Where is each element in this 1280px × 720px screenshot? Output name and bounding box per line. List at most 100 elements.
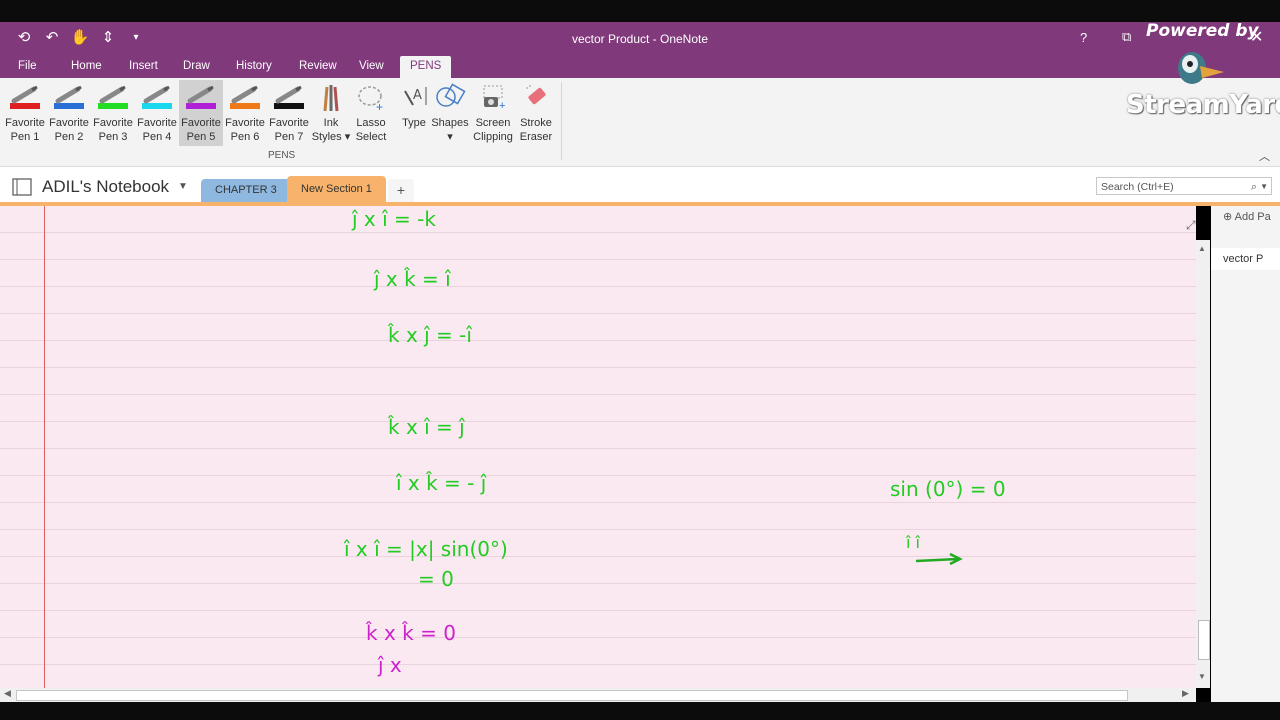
close-button[interactable]: ✕ (1250, 27, 1263, 47)
vertical-scrollbar[interactable]: ▲ ▼ (1196, 240, 1210, 688)
tab-file[interactable]: File (8, 56, 47, 78)
add-section-button[interactable]: + (388, 179, 414, 202)
scroll-left-icon[interactable]: ◀ (4, 688, 11, 699)
bottom-black-bar (0, 702, 1280, 720)
pen-icon (3, 80, 47, 116)
ink-line: = 0 (418, 567, 454, 591)
tab-insert[interactable]: Insert (119, 56, 168, 78)
ink-line: sin (0°) = 0 (890, 477, 1006, 501)
ink-line: k̂ x ĵ = -î (388, 323, 473, 347)
tab-history[interactable]: History (226, 56, 282, 78)
ribbon: Favorite Pen 1 Favorite Pen 2 Favorite P… (0, 78, 1280, 167)
ink-styles-icon (309, 80, 353, 116)
notebook-title[interactable]: ADIL's Notebook (42, 177, 169, 197)
pen-icon (91, 80, 135, 116)
restore-button[interactable]: ⧉ (1122, 29, 1131, 45)
scroll-down-icon[interactable]: ▼ (1198, 672, 1206, 681)
favorite-pen-2-button[interactable]: Favorite Pen 2 (47, 80, 91, 146)
pen-icon (223, 80, 267, 116)
ink-line: k̂ x k̂ = 0 (366, 621, 456, 645)
pen-label: Favorite Pen 1 (5, 117, 45, 143)
pen-icon (135, 80, 179, 116)
eraser-icon (514, 80, 558, 116)
pen-icon (267, 80, 311, 116)
pen-label: Favorite Pen 3 (93, 117, 133, 143)
tab-home[interactable]: Home (61, 56, 112, 78)
add-page-button[interactable]: ⊕ Add Pa (1223, 210, 1271, 223)
streamyard-watermark: StreamYard (1126, 90, 1280, 120)
favorite-pen-1-button[interactable]: Favorite Pen 1 (3, 80, 47, 146)
horizontal-scrollbar[interactable]: ◀ ▶ (0, 688, 1196, 702)
ink-line: k̂ x î = ĵ (388, 415, 465, 439)
tab-review[interactable]: Review (289, 56, 347, 78)
title-bar: ⟲ ↶ ✋ ⇕ ▾ vector Product - OneNote ? ⧉ P… (0, 21, 1280, 56)
tool-label: Stroke Eraser (519, 117, 553, 143)
search-input[interactable]: Search (Ctrl+E) ⌕ ▼ (1096, 177, 1272, 195)
notebook-nav-bar: ADIL's Notebook ▼ CHAPTER 3 New Section … (0, 167, 1280, 203)
arrow-ink (915, 552, 963, 566)
add-page-label: Add Pa (1234, 211, 1271, 223)
add-page-icon: ⊕ (1223, 211, 1233, 223)
section-tab-chapter-3[interactable]: CHAPTER 3 (201, 179, 291, 202)
green-ink-group: ĵ x î = -k ĵ x k̂ = î k̂ x ĵ = -î k̂ x î… (343, 207, 1006, 591)
favorite-pen-7-button[interactable]: Favorite Pen 7 (267, 80, 311, 146)
svg-text:+: + (376, 100, 383, 113)
ink-line: î î (905, 533, 921, 552)
window-title: vector Product - OneNote (571, 32, 709, 46)
notebook-icon (12, 178, 34, 201)
ribbon-tabs: File Home Insert Draw History Review Vie… (0, 56, 1280, 78)
vertical-scroll-thumb[interactable] (1198, 620, 1210, 660)
ink-line: ĵ x (377, 653, 402, 677)
scroll-right-icon[interactable]: ▶ (1182, 688, 1189, 699)
ink-line: ĵ x k̂ = î (373, 267, 451, 291)
powered-by-overlay: Powered by (1146, 21, 1259, 41)
pen-icon (179, 80, 223, 116)
magenta-ink-group: k̂ x k̂ = 0 ĵ x (366, 621, 456, 677)
ink-line: î x k̂ = - ĵ (395, 471, 487, 495)
collapse-ribbon-icon[interactable]: ︿ (1259, 148, 1270, 164)
tab-pens[interactable]: PENS (400, 56, 452, 78)
search-scope-dropdown-icon[interactable]: ▼ (1260, 178, 1268, 196)
svg-text:+: + (499, 100, 505, 112)
scroll-up-icon[interactable]: ▲ (1198, 244, 1206, 253)
tool-label: Shapes ▾ (431, 117, 469, 143)
camera-icon: + (471, 80, 515, 116)
search-placeholder: Search (Ctrl+E) (1101, 181, 1174, 193)
tab-draw[interactable]: Draw (173, 56, 220, 78)
help-button[interactable]: ? (1080, 30, 1087, 45)
svg-text:A: A (413, 88, 422, 103)
pen-label: Favorite Pen 6 (225, 117, 265, 143)
favorite-pen-6-button[interactable]: Favorite Pen 6 (223, 80, 267, 146)
notebook-dropdown-icon[interactable]: ▼ (178, 181, 188, 192)
streamyard-duck-logo (1172, 48, 1226, 93)
pens-group-label: PENS (268, 150, 296, 161)
pen-label: Favorite Pen 5 (181, 117, 221, 143)
tool-label: Screen Clipping (473, 117, 513, 143)
horizontal-scroll-thumb[interactable] (16, 690, 1128, 701)
screen-clipping-button[interactable]: + Screen Clipping (471, 80, 515, 146)
group-separator (561, 82, 562, 160)
page-list-item[interactable]: vector P (1211, 248, 1280, 270)
pages-pane: ⊕ Add Pa vector P (1211, 206, 1280, 702)
tool-label: Ink Styles ▾ (311, 117, 351, 143)
favorite-pen-4-button[interactable]: Favorite Pen 4 (135, 80, 179, 146)
page-canvas[interactable]: ⤢ ĵ x î = -k ĵ x k̂ = î k̂ x ĵ = -î k̂ x… (0, 206, 1196, 688)
top-black-bar (0, 0, 1280, 22)
ink-styles-button[interactable]: Ink Styles ▾ (309, 80, 353, 146)
pen-label: Favorite Pen 2 (49, 117, 89, 143)
ink-line: ĵ x î = -k (351, 207, 436, 231)
section-tab-new-section-1[interactable]: New Section 1 (287, 176, 386, 202)
tool-label: Lasso Select (355, 117, 387, 143)
pen-label: Favorite Pen 7 (269, 117, 309, 143)
pen-label: Favorite Pen 4 (137, 117, 177, 143)
favorite-pen-5-button[interactable]: Favorite Pen 5 (179, 80, 223, 146)
search-icon[interactable]: ⌕ (1251, 178, 1257, 196)
favorite-pen-3-button[interactable]: Favorite Pen 3 (91, 80, 135, 146)
tab-view[interactable]: View (349, 56, 394, 78)
lasso-select-button[interactable]: + Lasso Select (349, 80, 393, 146)
ink-line: î x î = |x| sin(0°) (343, 537, 508, 561)
stroke-eraser-button[interactable]: Stroke Eraser (514, 80, 558, 146)
shapes-button[interactable]: Shapes ▾ (428, 80, 472, 146)
shapes-icon (428, 80, 472, 116)
pen-icon (47, 80, 91, 116)
